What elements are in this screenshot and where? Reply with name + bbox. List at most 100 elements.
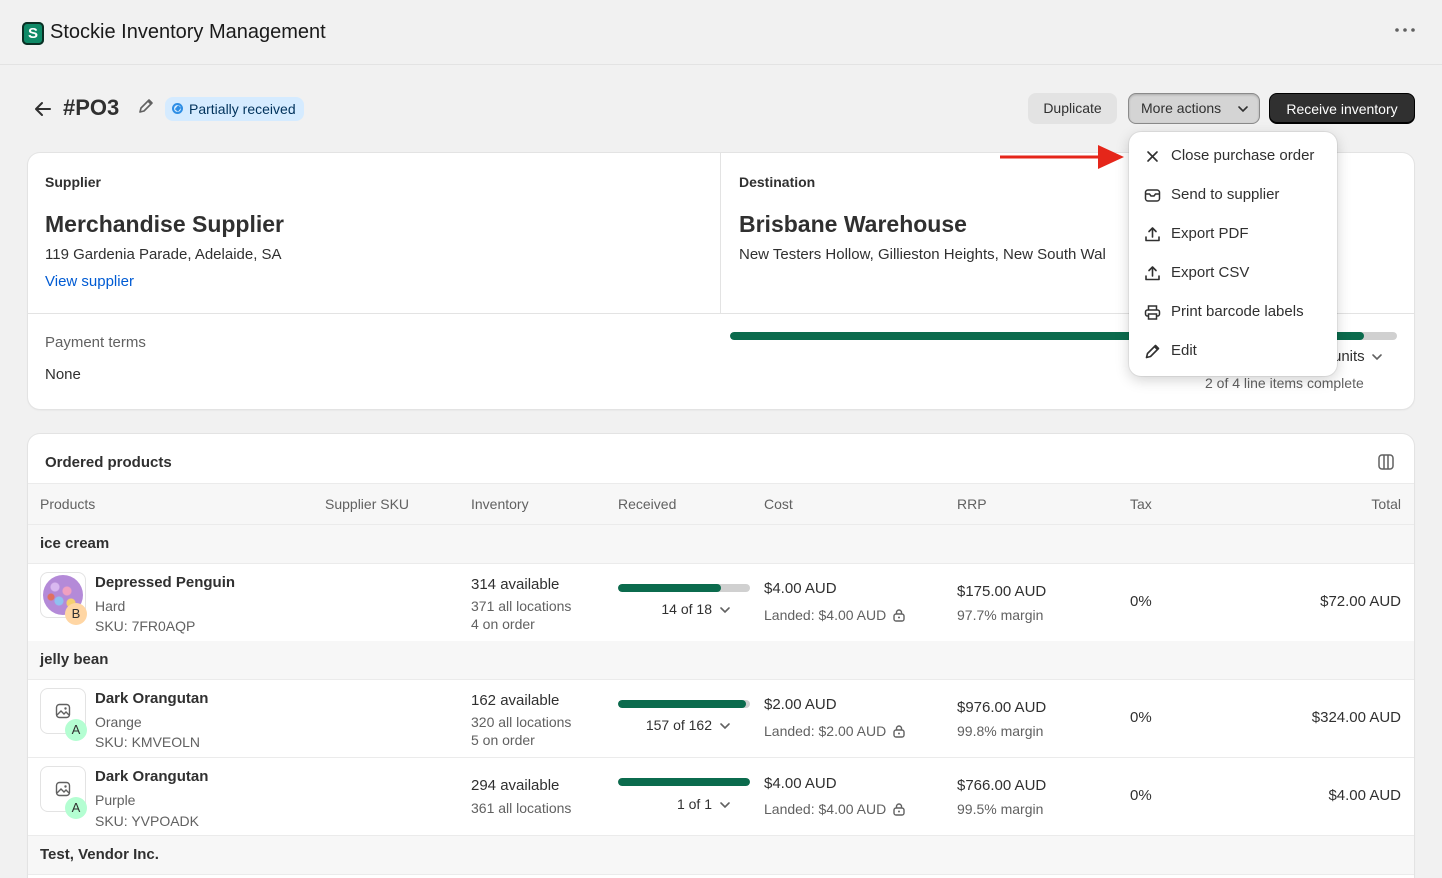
columns-icon[interactable]: [1377, 453, 1395, 471]
vendor-badge: A: [65, 797, 87, 819]
col-received[interactable]: Received: [618, 496, 676, 512]
image-placeholder-icon: [55, 781, 71, 797]
total-value: $72.00 AUD: [1320, 593, 1401, 610]
payment-terms-label: Payment terms: [45, 334, 146, 351]
col-cost[interactable]: Cost: [764, 496, 793, 512]
pencil-icon: [1145, 344, 1160, 359]
lock-icon: [893, 803, 905, 816]
product-variant: Purple: [95, 792, 136, 808]
status-badge: Partially received: [165, 97, 304, 121]
menu-item-label: Print barcode labels: [1171, 303, 1304, 320]
received-count-dropdown[interactable]: 14 of 18: [631, 601, 731, 617]
group-name: jelly bean: [40, 651, 109, 668]
product-variant: Hard: [95, 598, 126, 614]
more-options-icon[interactable]: [1392, 24, 1418, 44]
destination-address: New Testers Hollow, Gillieston Heights, …: [739, 246, 1106, 263]
supplier-label: Supplier: [45, 174, 102, 190]
total-value: $4.00 AUD: [1328, 787, 1401, 804]
inventory-available: 314 available: [471, 576, 560, 593]
more-actions-menu: Close purchase order Send to supplier Ex…: [1129, 132, 1337, 376]
menu-item-print-barcode-labels[interactable]: Print barcode labels: [1135, 295, 1331, 329]
table-row[interactable]: A Dark Orangutan Orange SKU: KMVEOLN 162…: [28, 680, 1414, 758]
menu-item-export-csv[interactable]: Export CSV: [1135, 256, 1331, 290]
ordered-products-card: Ordered products Products Supplier SKU I…: [28, 434, 1414, 878]
group-row: Test, Vendor Inc.: [28, 836, 1414, 875]
col-supplier-sku[interactable]: Supplier SKU: [325, 496, 409, 512]
product-sku: SKU: YVPOADK: [95, 813, 200, 829]
partial-status-icon: [172, 103, 183, 114]
received-progress-fill: [618, 700, 747, 708]
rrp-value: $175.00 AUD: [957, 583, 1047, 600]
product-name[interactable]: Depressed Penguin: [95, 574, 235, 591]
product-variant: Orange: [95, 714, 142, 730]
menu-item-label: Close purchase order: [1171, 147, 1315, 164]
inventory-all-locations: 320 all locations: [471, 714, 572, 730]
tax-value: 0%: [1130, 593, 1152, 610]
col-products[interactable]: Products: [40, 496, 95, 512]
edit-title-pencil-icon[interactable]: [137, 97, 155, 115]
upload-icon: [1145, 266, 1160, 281]
inventory-all-locations: 361 all locations: [471, 800, 572, 816]
inventory-on-order: 4 on order: [471, 616, 535, 632]
line-items-complete: 2 of 4 line items complete: [1205, 375, 1364, 391]
cost-value: $4.00 AUD: [764, 775, 837, 792]
received-count-dropdown[interactable]: 1 of 1: [631, 796, 731, 812]
product-thumbnail: A: [40, 766, 87, 819]
payment-terms-value: None: [45, 366, 81, 383]
receive-inventory-button[interactable]: Receive inventory: [1269, 93, 1415, 124]
menu-item-export-pdf[interactable]: Export PDF: [1135, 217, 1331, 251]
menu-item-label: Send to supplier: [1171, 186, 1280, 203]
destination-label: Destination: [739, 174, 816, 190]
chevron-down-icon: [720, 723, 730, 730]
app-header: S Stockie Inventory Management: [0, 0, 1442, 65]
group-row: ice cream: [28, 525, 1414, 564]
divider: [720, 153, 721, 313]
table-row[interactable]: B Depressed Penguin Hard SKU: 7FR0AQP 31…: [28, 564, 1414, 642]
total-value: $324.00 AUD: [1311, 709, 1401, 726]
destination-name: Brisbane Warehouse: [739, 211, 967, 237]
mail-icon: [1144, 189, 1161, 202]
chevron-down-icon: [1371, 354, 1382, 361]
received-progress-bar: [618, 778, 750, 786]
rrp-margin: 99.8% margin: [957, 723, 1044, 739]
more-actions-button[interactable]: More actions: [1128, 93, 1260, 124]
supplier-name: Merchandise Supplier: [45, 211, 285, 237]
product-name[interactable]: Dark Orangutan: [95, 768, 208, 785]
col-total[interactable]: Total: [1371, 496, 1401, 512]
col-inventory[interactable]: Inventory: [471, 496, 529, 512]
view-supplier-link[interactable]: View supplier: [45, 273, 134, 290]
inventory-on-order: 5 on order: [471, 732, 535, 748]
col-tax[interactable]: Tax: [1130, 496, 1152, 512]
landed-cost-text: Landed: $4.00 AUD: [764, 801, 887, 817]
inventory-available: 294 available: [471, 777, 560, 794]
received-progress-fill: [618, 584, 721, 592]
menu-item-send-to-supplier[interactable]: Send to supplier: [1135, 178, 1331, 212]
vendor-badge: A: [65, 719, 87, 741]
units-select[interactable]: units: [1333, 348, 1383, 365]
duplicate-button[interactable]: Duplicate: [1028, 93, 1117, 124]
menu-item-edit[interactable]: Edit: [1135, 334, 1331, 368]
col-rrp[interactable]: RRP: [957, 496, 987, 512]
product-sku: SKU: KMVEOLN: [95, 734, 201, 750]
group-row: jelly bean: [28, 641, 1414, 680]
received-progress-bar: [618, 700, 750, 708]
inventory-available: 162 available: [471, 692, 560, 709]
received-count-dropdown[interactable]: 157 of 162: [631, 717, 731, 733]
product-name[interactable]: Dark Orangutan: [95, 690, 208, 707]
menu-item-label: Export CSV: [1171, 264, 1250, 281]
received-count: 1 of 1: [676, 796, 712, 812]
landed-cost: Landed: $4.00 AUD: [764, 607, 906, 623]
vendor-badge: B: [65, 603, 87, 625]
received-count: 157 of 162: [645, 717, 712, 733]
product-thumbnail: A: [40, 688, 87, 741]
menu-item-close-purchase-order[interactable]: Close purchase order: [1135, 139, 1331, 173]
received-progress-fill: [618, 778, 750, 786]
menu-item-label: Export PDF: [1171, 225, 1249, 242]
table-row[interactable]: A Dark Orangutan Purple SKU: YVPOADK 294…: [28, 758, 1414, 836]
back-arrow-icon[interactable]: [32, 98, 54, 120]
product-thumbnail: B: [40, 572, 87, 625]
landed-cost: Landed: $4.00 AUD: [764, 801, 906, 817]
chevron-down-icon: [1238, 106, 1248, 113]
received-count: 14 of 18: [661, 601, 712, 617]
landed-cost-text: Landed: $4.00 AUD: [764, 607, 887, 623]
